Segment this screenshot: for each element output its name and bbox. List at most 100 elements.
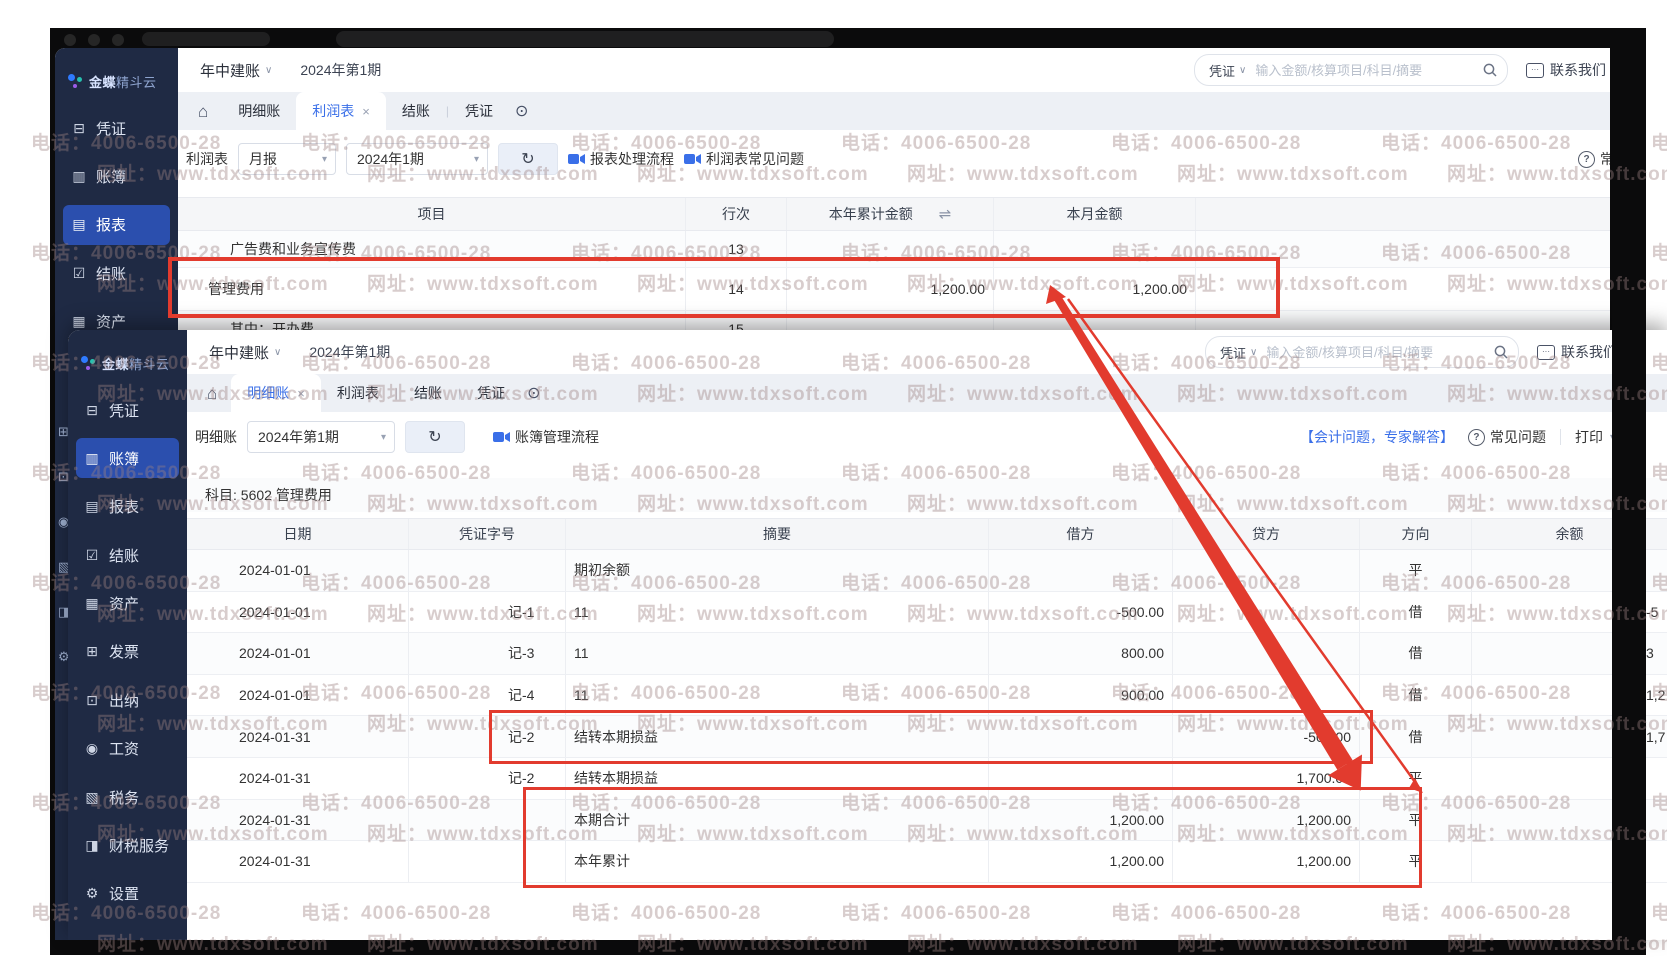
tab-detail-ledger[interactable]: 明细账 [222,92,296,130]
search-scope-select[interactable]: 凭证∨ [1209,61,1246,80]
table-row[interactable]: 2024-01-31记-2结转本期损益1,700.00平 [187,758,1667,800]
refresh-button[interactable]: ↻ [405,421,465,453]
sidebar-item-label: 资产 [96,311,126,332]
table-row[interactable]: 2024-01-01记-411900.00借1,2 [187,675,1667,717]
tab-overflow-icon[interactable]: ⊙ [515,101,528,121]
col-header-direction[interactable]: 方向 [1360,519,1472,549]
tab-detail-ledger[interactable]: 明细账× [231,374,321,412]
search-icon[interactable] [1483,63,1497,77]
period-select[interactable]: 2024年第1期▾ [247,421,395,453]
tab-voucher[interactable]: 凭证 [461,374,521,412]
table-row[interactable]: 2024-01-31本年累计1,200.001,200.00平 [187,841,1667,883]
ledger-process-link[interactable]: 账簿管理流程 [493,427,599,447]
cell-summary: 本期合计 [566,800,989,841]
global-search[interactable]: 凭证∨ [1205,336,1519,368]
table-row[interactable]: 2024-01-01期初余额平 [187,550,1667,592]
report-process-link[interactable]: 报表处理流程 [568,149,674,169]
tab-voucher[interactable]: 凭证 [449,92,509,130]
cell-date: 2024-01-01 [187,592,409,633]
table-row[interactable]: 广告费和业务宣传费13 [178,231,1610,268]
table-row[interactable]: 2024-01-01记-311800.00借3 [187,633,1667,675]
company-switcher[interactable]: 年中建账∨ [200,60,272,81]
tab-income-statement[interactable]: 利润表 [321,374,395,412]
faq-link[interactable]: ?常见问题 [1468,427,1546,447]
cell-item: 管理费用 [178,268,686,310]
sidebar-item-reports[interactable]: ▤报表 [63,205,170,245]
tab-label: 结账 [402,101,430,121]
tab-overflow-icon[interactable]: ⊙ [527,383,540,403]
period-select[interactable]: 2024年1期▾ [346,143,488,175]
cell-direction: 借 [1360,675,1472,716]
account-subject-bar: 科目: 5602 管理费用 [187,478,1667,512]
frequency-select[interactable]: 月报▾ [238,143,336,175]
cell-voucher-number: 记-1 [409,592,566,633]
col-header-voucher[interactable]: 凭证字号 [409,519,566,549]
browser-chrome-dot [112,34,124,46]
table-row[interactable]: 2024-01-31记-2结转本期损益-500.00借1,7 [187,716,1667,758]
table-row[interactable]: 2024-01-01记-111-500.00借-5 [187,592,1667,634]
sidebar-item-label: 凭证 [109,400,139,421]
search-input[interactable] [1264,344,1487,361]
report-title: 利润表 [186,149,228,169]
search-scope-select[interactable]: 凭证∨ [1220,343,1257,362]
contact-us-button[interactable]: ···联系我们 [1526,60,1606,80]
close-icon[interactable]: × [297,386,305,401]
cell-voucher-number [409,800,566,841]
sidebar-item-closing[interactable]: ☑结账 [63,253,170,293]
search-input[interactable] [1253,62,1476,79]
assets-icon: ▦ [71,313,87,330]
books-icon: ▥ [84,450,100,467]
voucher-icon: ⊟ [84,402,100,419]
sidebar-item-invoice[interactable]: ⊞发票 [76,632,179,672]
sidebar-item-books[interactable]: ▥账簿 [76,438,179,478]
sidebar-item-voucher[interactable]: ⊟ 凭证 [76,390,179,430]
col-header-credit[interactable]: 贷方 [1173,519,1360,549]
tab-income-statement[interactable]: 利润表× [296,92,386,130]
col-header-summary[interactable]: 摘要 [566,519,989,549]
sidebar-item-payroll[interactable]: ◉工资 [76,729,179,769]
table-row[interactable]: 2024-01-31本期合计1,200.001,200.00平 [187,800,1667,842]
sidebar-item-reports[interactable]: ▤报表 [76,487,179,527]
refresh-button[interactable]: ↻ [498,143,558,175]
sidebar-item-settings[interactable]: ⚙设置 [76,874,179,914]
sidebar-item-voucher[interactable]: ⊟凭证 [63,108,170,148]
print-button[interactable]: 打印▾ [1575,427,1615,447]
swap-columns-icon[interactable]: ⇌ [939,205,952,223]
table-row[interactable]: 管理费用141,200.001,200.00 [178,268,1610,311]
cell-credit [1173,592,1360,633]
income-statement-table: 项目 行次 本年累计金额⇌ 本月金额 广告费和业务宣传费13管理费用141,20… [178,197,1610,338]
tab-bar: ⌂ 明细账× 利润表|结账|凭证 ⊙ [187,374,1667,412]
col-header-ytd[interactable]: 本年累计金额⇌ [787,198,994,230]
chevron-down-icon: ▾ [474,154,479,165]
app-logo[interactable]: 金蝶精斗云 [55,48,178,96]
company-switcher[interactable]: 年中建账∨ [209,342,281,363]
app-logo[interactable]: 金蝶精斗云 [68,330,187,378]
col-header-date[interactable]: 日期 [187,519,409,549]
cell-debit [989,716,1173,757]
sidebar-item-books[interactable]: ▥账簿 [63,156,170,196]
sidebar-item-cashier[interactable]: ⊡出纳 [76,680,179,720]
tab-closing[interactable]: 结账 [398,374,458,412]
close-icon[interactable]: × [362,104,370,119]
sidebar: 金蝶精斗云 ⊟ 凭证 ▥账簿 ▤报表 ☑结账 ▦资产 ⊞发票 ⊡出纳 ◉工资 ▧税务 ◨财税服务 ⚙设… [68,330,187,940]
home-tab-icon[interactable]: ⌂ [207,384,217,404]
search-icon[interactable] [1494,345,1508,359]
sidebar-item-closing[interactable]: ☑结账 [76,535,179,575]
contact-us-button[interactable]: ···联系我们 [1537,342,1617,362]
cell-voucher-number [409,550,566,591]
col-header-debit[interactable]: 借方 [989,519,1173,549]
sidebar-item-fiscal-services[interactable]: ◨财税服务 [76,826,179,866]
sidebar-item-assets[interactable]: ▦资产 [76,584,179,624]
assets-icon: ▦ [84,595,100,612]
cell-month-amount [994,231,1196,267]
tab-closing[interactable]: 结账 [386,92,446,130]
home-tab-icon[interactable]: ⌂ [198,102,208,122]
expert-qa-link[interactable]: 【会计问题，专家解答】 [1300,427,1454,447]
global-search[interactable]: 凭证∨ [1194,54,1508,86]
col-header-item[interactable]: 项目 [178,198,686,230]
faq-link[interactable]: ?常见问题 [1578,149,1610,169]
sidebar-item-tax[interactable]: ▧税务 [76,777,179,817]
col-header-month[interactable]: 本月金额 [994,198,1196,230]
report-faq-link[interactable]: 利润表常见问题 [684,149,804,169]
col-header-line[interactable]: 行次 [686,198,787,230]
